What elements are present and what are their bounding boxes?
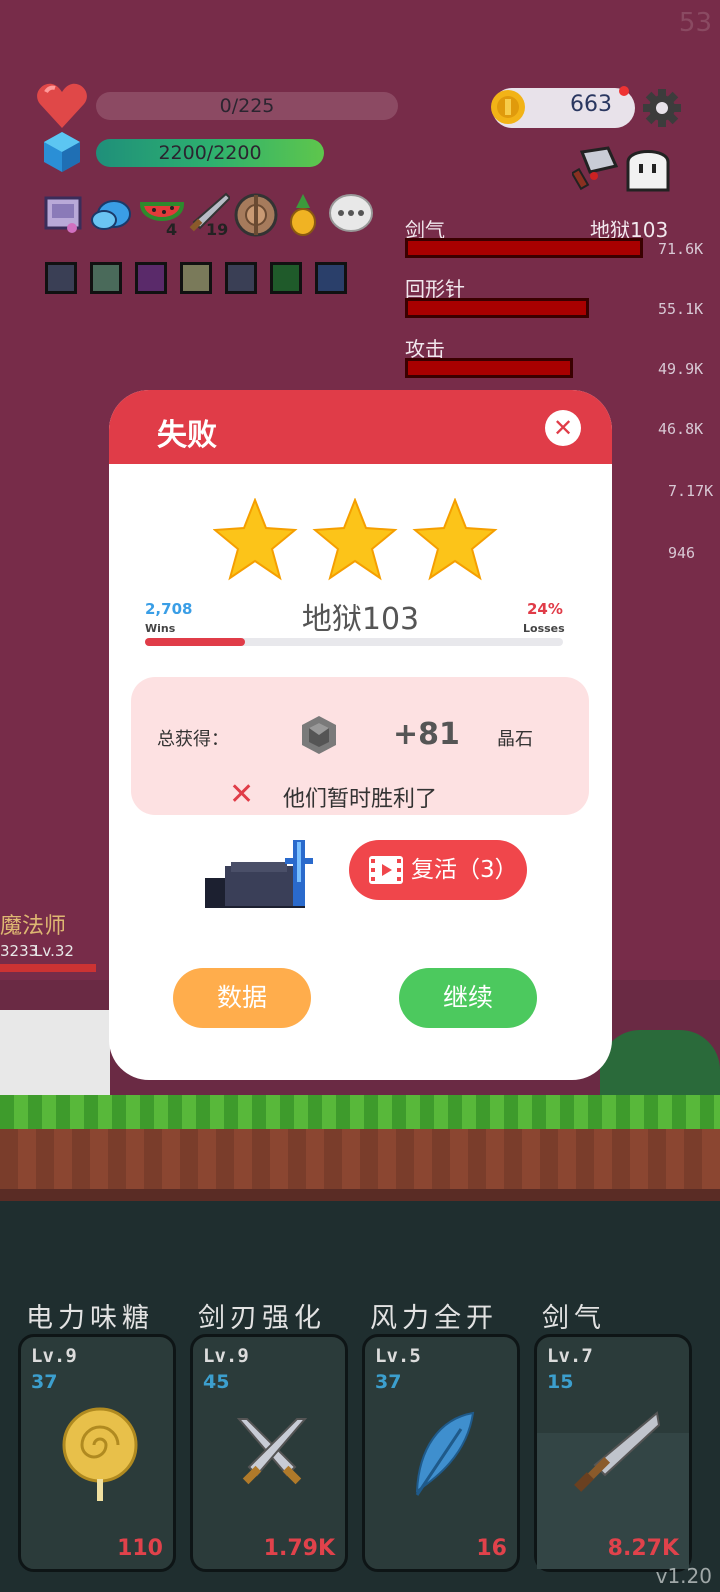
star-icon — [312, 498, 398, 581]
mp-bar: 2200/2200 — [96, 139, 324, 167]
data-button[interactable]: 数据 — [173, 968, 311, 1028]
video-ad-icon — [369, 856, 403, 884]
loss-fill — [145, 638, 246, 646]
enemy-hp: 3233 — [0, 942, 39, 960]
losses-label: Losses — [523, 622, 565, 635]
skill-name: 风力全开 — [370, 1303, 498, 1334]
dialog-title: 失败 — [157, 418, 217, 453]
skill-number: 37 — [31, 1371, 58, 1393]
damage-value: 55.1K — [658, 300, 704, 318]
skill-card[interactable]: Lv.7 15 8.27K — [534, 1334, 692, 1572]
fps-counter: 53 — [678, 8, 712, 38]
ground-grass — [0, 1095, 720, 1129]
revive-label: 复活（3） — [411, 857, 518, 883]
reward-unit: 晶石 — [497, 729, 533, 750]
watermelon-count: 4 — [166, 220, 178, 239]
skill-number: 15 — [547, 1371, 574, 1393]
defeat-dialog: 失败 ✕ 2,708 Wins 地狱103 24% Losses 总获得： +8… — [109, 390, 612, 1080]
enemy-level: Lv.32 — [34, 942, 74, 960]
sword-item-count: 19 — [206, 220, 229, 239]
defeated-hero-sprite — [205, 840, 313, 908]
damage-value: 49.9K — [658, 360, 704, 378]
enemy-name: 魔法师 — [0, 914, 67, 939]
win-loss-bar — [145, 638, 563, 646]
star-icon — [213, 498, 298, 581]
losses-value: 24% — [527, 600, 563, 618]
lollipop-icon — [62, 1407, 138, 1501]
revive-button[interactable]: 复活（3） — [349, 840, 527, 900]
mp-text: 2200/2200 — [158, 142, 262, 164]
damage-bar — [405, 238, 643, 258]
damage-bar — [405, 298, 589, 318]
coin-count: 663 — [570, 92, 612, 117]
enemy-hp-bar — [0, 964, 96, 972]
reward-panel: 总获得： +81 晶石 ✕ 他们暂时胜利了 — [131, 677, 589, 815]
shield-badge-icon — [44, 196, 82, 233]
ground-edge — [0, 1189, 720, 1201]
buff-slot-icon — [225, 262, 257, 294]
damage-value: 71.6K — [658, 240, 704, 258]
notification-dot — [619, 86, 629, 96]
bush — [600, 1030, 720, 1098]
buff-slot-icon — [270, 262, 302, 294]
skill-name: 剑气 — [542, 1303, 606, 1334]
chat-bubble-icon[interactable] — [328, 193, 374, 235]
buff-slot-icon — [135, 262, 167, 294]
pineapple-icon — [290, 194, 316, 236]
version-label: v1.20 — [655, 1564, 712, 1588]
mana-crystal-icon — [44, 132, 80, 172]
skill-number: 37 — [375, 1371, 402, 1393]
star-icon — [412, 498, 498, 581]
buff-slot-icon — [90, 262, 122, 294]
damage-value: 946 — [668, 544, 696, 562]
skill-card[interactable]: Lv.5 37 16 — [362, 1334, 520, 1572]
hp-bar: 0/225 — [96, 92, 398, 120]
skill-level: Lv.9 — [31, 1345, 77, 1367]
settings-gear-icon[interactable] — [643, 89, 681, 127]
sword-icon — [574, 1411, 661, 1492]
skill-cost: 1.79K — [263, 1536, 335, 1561]
skill-level: Lv.5 — [375, 1345, 421, 1367]
ground-dirt — [0, 1129, 720, 1189]
star-rating — [213, 498, 498, 581]
reward-label: 总获得： — [157, 729, 229, 750]
skill-name: 剑刃强化 — [198, 1303, 326, 1334]
skill-cost: 8.27K — [607, 1536, 679, 1561]
speech-bubble-icon — [91, 200, 131, 230]
coin-icon — [491, 90, 525, 124]
buff-slot-icon — [45, 262, 77, 294]
enemy-sprite — [0, 1010, 110, 1098]
damage-bar — [405, 358, 573, 378]
round-shield-icon — [234, 193, 278, 237]
watermelon-icon — [140, 202, 184, 221]
skill-cost: 16 — [476, 1536, 507, 1561]
reward-amount: +81 — [393, 717, 460, 752]
heart-icon — [37, 83, 87, 128]
skill-cost: 110 — [117, 1536, 163, 1561]
hp-text: 0/225 — [219, 95, 275, 117]
feather-icon — [415, 1411, 475, 1496]
buff-slot-icon — [180, 262, 212, 294]
ghost-icon[interactable] — [624, 144, 672, 194]
crossed-swords-icon — [236, 1418, 308, 1485]
skill-card[interactable]: Lv.9 37 110 — [18, 1334, 176, 1572]
close-button[interactable]: ✕ — [545, 410, 581, 446]
continue-button[interactable]: 继续 — [399, 968, 537, 1028]
buff-slot-icon — [315, 262, 347, 294]
damage-value: 46.8K — [658, 420, 704, 438]
cross-icon: ✕ — [229, 777, 255, 812]
cleaver-icon[interactable] — [572, 146, 620, 192]
battle-status: 他们暂时胜利了 — [283, 787, 438, 812]
skill-name: 电力味糖 — [26, 1303, 154, 1334]
skill-level: Lv.9 — [203, 1345, 249, 1367]
damage-value: 7.17K — [668, 482, 714, 500]
skill-level: Lv.7 — [547, 1345, 593, 1367]
skill-number: 45 — [203, 1371, 230, 1393]
crystal-gem-icon — [302, 716, 336, 754]
skill-card[interactable]: Lv.9 45 1.79K — [190, 1334, 348, 1572]
